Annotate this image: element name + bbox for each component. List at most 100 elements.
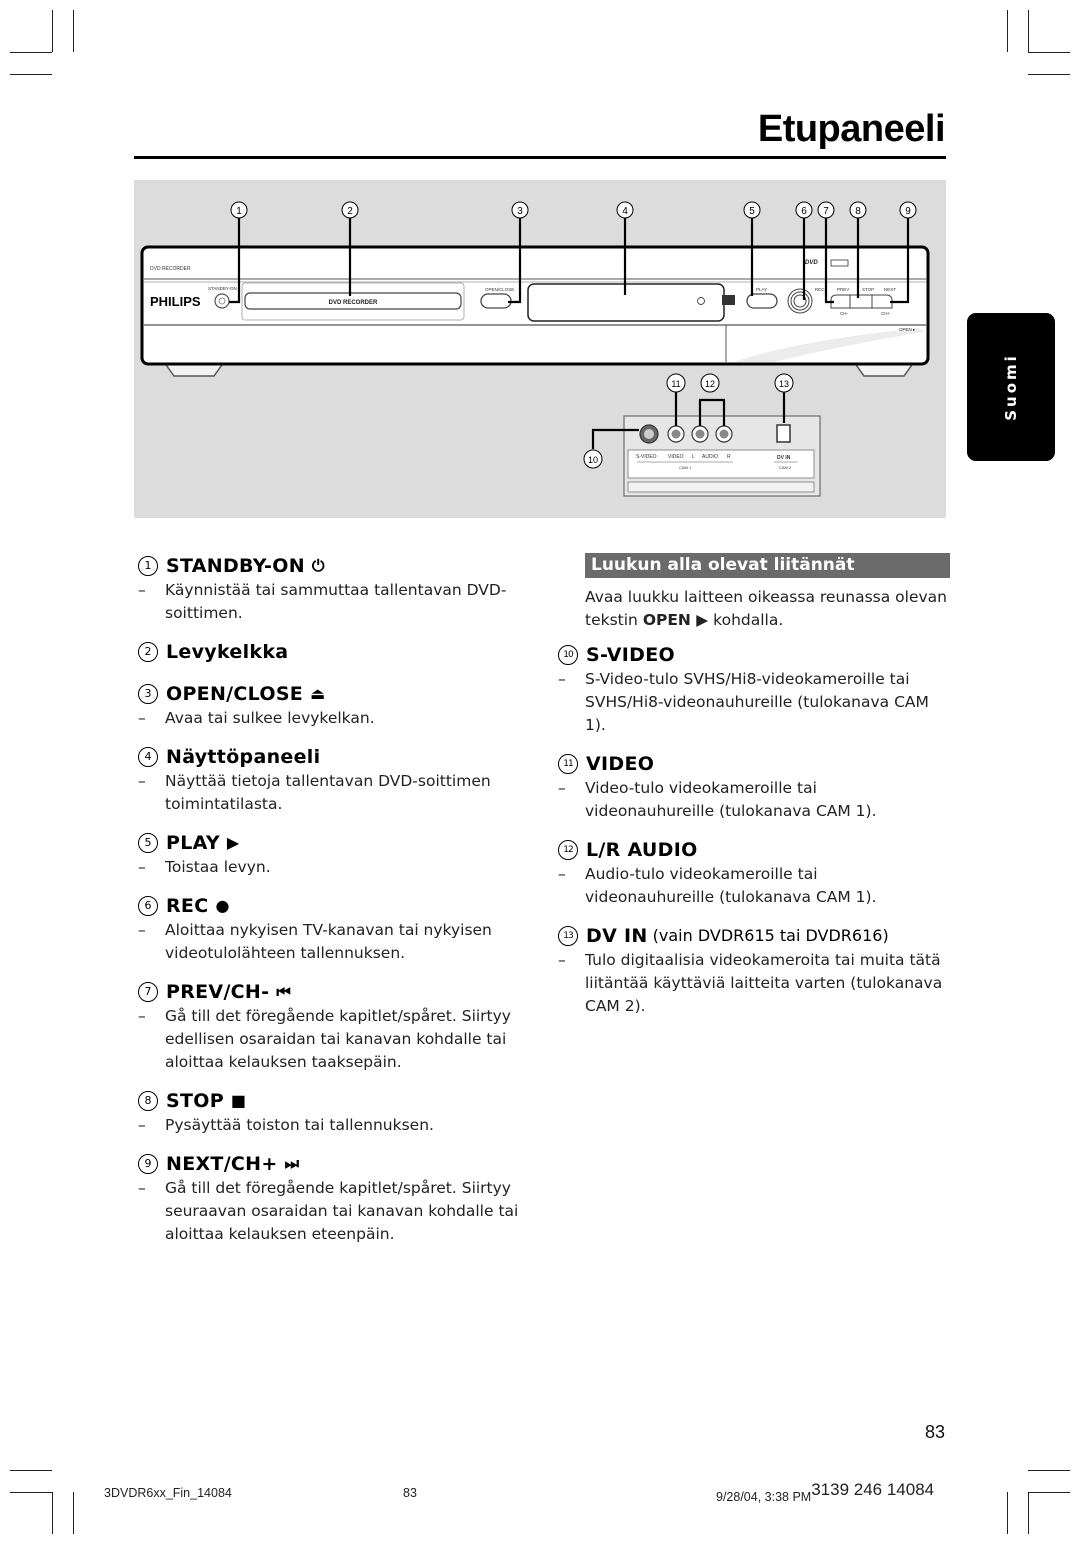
title-rule (134, 156, 946, 159)
svg-text:CH-: CH- (840, 311, 848, 316)
callout-10: 10 (583, 449, 603, 469)
footer-timestamp: 9/28/04, 3:38 PM3139 246 14084 (716, 1480, 935, 1504)
svg-text:DV IN: DV IN (777, 455, 791, 461)
standby-button (214, 293, 230, 309)
callout-4: 4 (616, 201, 634, 219)
bullet-dash: – (138, 858, 146, 876)
bullet-dash: – (138, 581, 146, 599)
item-heading: 8 STOP ■ (138, 1088, 538, 1114)
section-heading: Luukun alla olevat liitännät (585, 553, 950, 578)
svg-text:REC: REC (815, 287, 825, 292)
svg-text:9: 9 (905, 206, 911, 217)
item-description: – Toistaa levyn. (138, 856, 538, 879)
crop-mark (1028, 74, 1070, 75)
svg-text:11: 11 (671, 379, 680, 389)
list-item: 7 PREV/CH- ⏮ – Gå till det föregående kapitl… (138, 979, 538, 1074)
crop-mark (10, 74, 52, 75)
svg-text:PREV: PREV (837, 287, 849, 292)
item-label: Näyttöpaneeli (166, 746, 321, 768)
item-description: – Tulo digitaalisia videokameroita tai mu… (558, 949, 950, 1018)
item-label: STANDBY-ON (166, 555, 305, 577)
item-label: PLAY (166, 832, 220, 854)
brand-logo: PHILIPS (150, 294, 201, 309)
svg-text:DVD RECORDER: DVD RECORDER (329, 300, 378, 306)
front-panel-controls-list: 1 STANDBY-ON ⏻ – Käynnistää tai sammuttaa ta… (138, 553, 538, 1260)
item-label: STOP (166, 1090, 224, 1112)
play-button (746, 293, 778, 309)
callout-7: 7 (817, 201, 835, 219)
bullet-dash: – (138, 1116, 146, 1134)
front-panel-illustration: DVD RECORDER PHILIPS STANDBY-ON DVD RECO… (140, 201, 930, 497)
callout-12: 12 (700, 373, 720, 393)
item-heading: 5 PLAY ▶ (138, 830, 538, 856)
svg-text:AUDIO: AUDIO (702, 454, 718, 460)
svg-text:CAM 1: CAM 1 (679, 465, 692, 470)
callout-8: 8 (849, 201, 867, 219)
item-heading: 12 L/R AUDIO (558, 837, 950, 863)
next-icon: ⏭ (284, 1154, 300, 1173)
hidden-connectors-section: Luukun alla olevat liitännät Avaa luukku… (558, 553, 950, 1032)
svg-text:10: 10 (588, 455, 598, 465)
item-heading: 13 DV IN (vain DVDR615 tai DVDR616) (558, 923, 950, 949)
bullet-dash: – (558, 779, 566, 797)
crop-mark (1028, 10, 1029, 52)
item-label: Levykelkka (166, 641, 289, 663)
callout-number: 11 (558, 754, 578, 774)
crop-mark (1028, 1492, 1029, 1534)
callout-number: 10 (558, 645, 578, 665)
item-description: – Gå till det föregående kapitlet/spåret.… (138, 1005, 538, 1074)
list-item: 1 STANDBY-ON ⏻ – Käynnistää tai sammuttaa ta… (138, 553, 538, 625)
dvd-logo: DVD (805, 260, 818, 266)
item-description: – Aloittaa nykyisen TV-kanavan tai nykyis… (138, 919, 538, 965)
item-description: – Pysäyttää toiston tai tallennuksen. (138, 1114, 538, 1137)
item-label: S-VIDEO (586, 644, 675, 666)
callout-number: 13 (558, 926, 578, 946)
callout-number: 3 (138, 684, 158, 704)
crop-mark (10, 1492, 52, 1493)
model-label: DVD RECORDER (150, 266, 191, 272)
previous-icon: ⏮ (276, 982, 291, 1001)
svg-text:OPEN/CLOSE: OPEN/CLOSE (485, 287, 514, 292)
svg-text:NEXT: NEXT (884, 287, 896, 292)
item-label: L/R AUDIO (586, 839, 698, 861)
svg-text:8: 8 (855, 206, 861, 217)
svg-text:CAM 2: CAM 2 (779, 465, 792, 470)
page-title: Etupaneeli (757, 108, 946, 150)
record-icon: ● (215, 896, 230, 915)
footer-page: 83 (403, 1486, 417, 1500)
bullet-dash: – (138, 709, 146, 727)
svg-text:L: L (692, 454, 695, 460)
list-item: 5 PLAY ▶ – Toistaa levyn. (138, 830, 538, 879)
item-heading: 4 Näyttöpaneeli (138, 744, 538, 770)
list-item: 6 REC ● – Aloittaa nykyisen TV-kanavan tai n… (138, 893, 538, 965)
callout-number: 12 (558, 840, 578, 860)
list-item: 4 Näyttöpaneeli – Näyttää tietoja tallentav… (138, 744, 538, 816)
crop-mark (1007, 1492, 1008, 1534)
footer-code: 3139 246 14084 (811, 1480, 935, 1499)
list-item: 8 STOP ■ – Pysäyttää toiston tai tallennukse… (138, 1088, 538, 1137)
callout-number: 8 (138, 1091, 158, 1111)
callout-3: 3 (511, 201, 529, 219)
crop-mark (73, 1492, 74, 1534)
language-tab: Suomi (967, 313, 1055, 461)
item-description: – Avaa tai sulkee levykelkan. (138, 707, 538, 730)
power-icon: ⏻ (311, 556, 325, 575)
item-label: REC (166, 895, 209, 917)
svg-text:2: 2 (347, 206, 353, 217)
open-close-button (480, 293, 512, 309)
item-heading: 3 OPEN/CLOSE ⏏ (138, 681, 538, 707)
svg-text:S-VIDEO: S-VIDEO (636, 454, 657, 460)
svg-text:1: 1 (236, 206, 242, 217)
callout-number: 6 (138, 896, 158, 916)
callout-number: 2 (138, 642, 158, 662)
bullet-dash: – (558, 670, 566, 688)
bullet-dash: – (138, 1179, 146, 1197)
bullet-dash: – (558, 865, 566, 883)
list-item: 3 OPEN/CLOSE ⏏ – Avaa tai sulkee levykelkan. (138, 681, 538, 730)
item-label: PREV/CH- (166, 981, 270, 1003)
list-item: 13 DV IN (vain DVDR615 tai DVDR616) – Tulo … (558, 923, 950, 1018)
callout-number: 9 (138, 1154, 158, 1174)
callout-number: 4 (138, 747, 158, 767)
svg-text:7: 7 (823, 206, 829, 217)
list-item: 10 S-VIDEO – S-Video-tulo SVHS/Hi8-videokam… (558, 642, 950, 737)
